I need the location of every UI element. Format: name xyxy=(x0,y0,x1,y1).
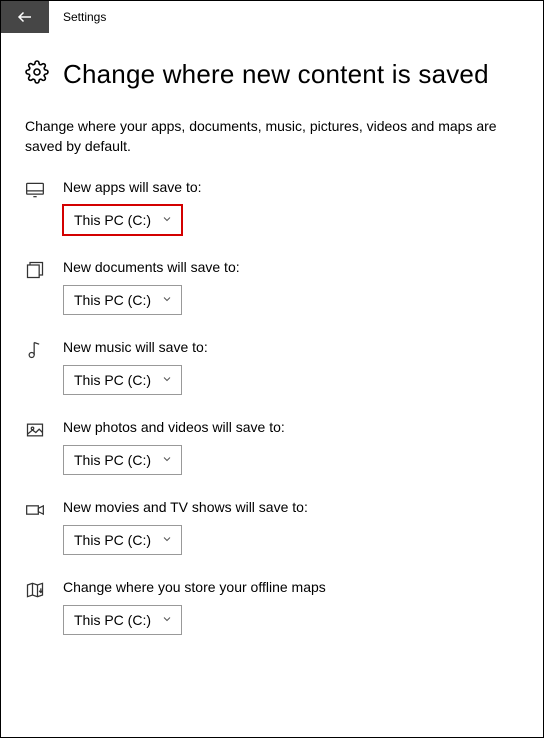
page-header: Change where new content is saved xyxy=(25,59,519,90)
maps-dropdown[interactable]: This PC (C:) xyxy=(63,605,182,635)
maps-dropdown-value: This PC (C:) xyxy=(74,612,151,628)
music-label: New music will save to: xyxy=(63,339,519,355)
photos-dropdown-value: This PC (C:) xyxy=(74,452,151,468)
setting-row-maps: Change where you store your offline maps… xyxy=(25,579,519,635)
photos-label: New photos and videos will save to: xyxy=(63,419,519,435)
documents-dropdown-value: This PC (C:) xyxy=(74,292,151,308)
gear-icon xyxy=(25,60,49,89)
chevron-down-icon xyxy=(161,372,173,388)
chevron-down-icon xyxy=(161,612,173,628)
photos-dropdown[interactable]: This PC (C:) xyxy=(63,445,182,475)
setting-row-apps: New apps will save to: This PC (C:) xyxy=(25,179,519,235)
documents-icon xyxy=(25,260,45,280)
apps-dropdown-value: This PC (C:) xyxy=(74,212,151,228)
setting-row-movies: New movies and TV shows will save to: Th… xyxy=(25,499,519,555)
apps-dropdown[interactable]: This PC (C:) xyxy=(63,205,182,235)
chevron-down-icon xyxy=(161,452,173,468)
page-description: Change where your apps, documents, music… xyxy=(25,116,519,157)
maps-icon xyxy=(25,580,45,600)
setting-row-documents: New documents will save to: This PC (C:) xyxy=(25,259,519,315)
music-dropdown[interactable]: This PC (C:) xyxy=(63,365,182,395)
setting-row-photos: New photos and videos will save to: This… xyxy=(25,419,519,475)
back-button[interactable] xyxy=(1,1,49,33)
documents-dropdown[interactable]: This PC (C:) xyxy=(63,285,182,315)
music-icon xyxy=(25,340,45,360)
arrow-left-icon xyxy=(16,8,34,26)
movies-icon xyxy=(25,500,45,520)
page-title: Change where new content is saved xyxy=(63,59,489,90)
chevron-down-icon xyxy=(161,212,173,228)
setting-row-music: New music will save to: This PC (C:) xyxy=(25,339,519,395)
documents-label: New documents will save to: xyxy=(63,259,519,275)
chevron-down-icon xyxy=(161,292,173,308)
apps-label: New apps will save to: xyxy=(63,179,519,195)
maps-label: Change where you store your offline maps xyxy=(63,579,519,595)
window-title: Settings xyxy=(63,10,106,24)
chevron-down-icon xyxy=(161,532,173,548)
photos-icon xyxy=(25,420,45,440)
content-area: Change where new content is saved Change… xyxy=(1,33,543,635)
music-dropdown-value: This PC (C:) xyxy=(74,372,151,388)
movies-label: New movies and TV shows will save to: xyxy=(63,499,519,515)
movies-dropdown-value: This PC (C:) xyxy=(74,532,151,548)
movies-dropdown[interactable]: This PC (C:) xyxy=(63,525,182,555)
apps-icon xyxy=(25,180,45,200)
titlebar: Settings xyxy=(1,1,543,33)
